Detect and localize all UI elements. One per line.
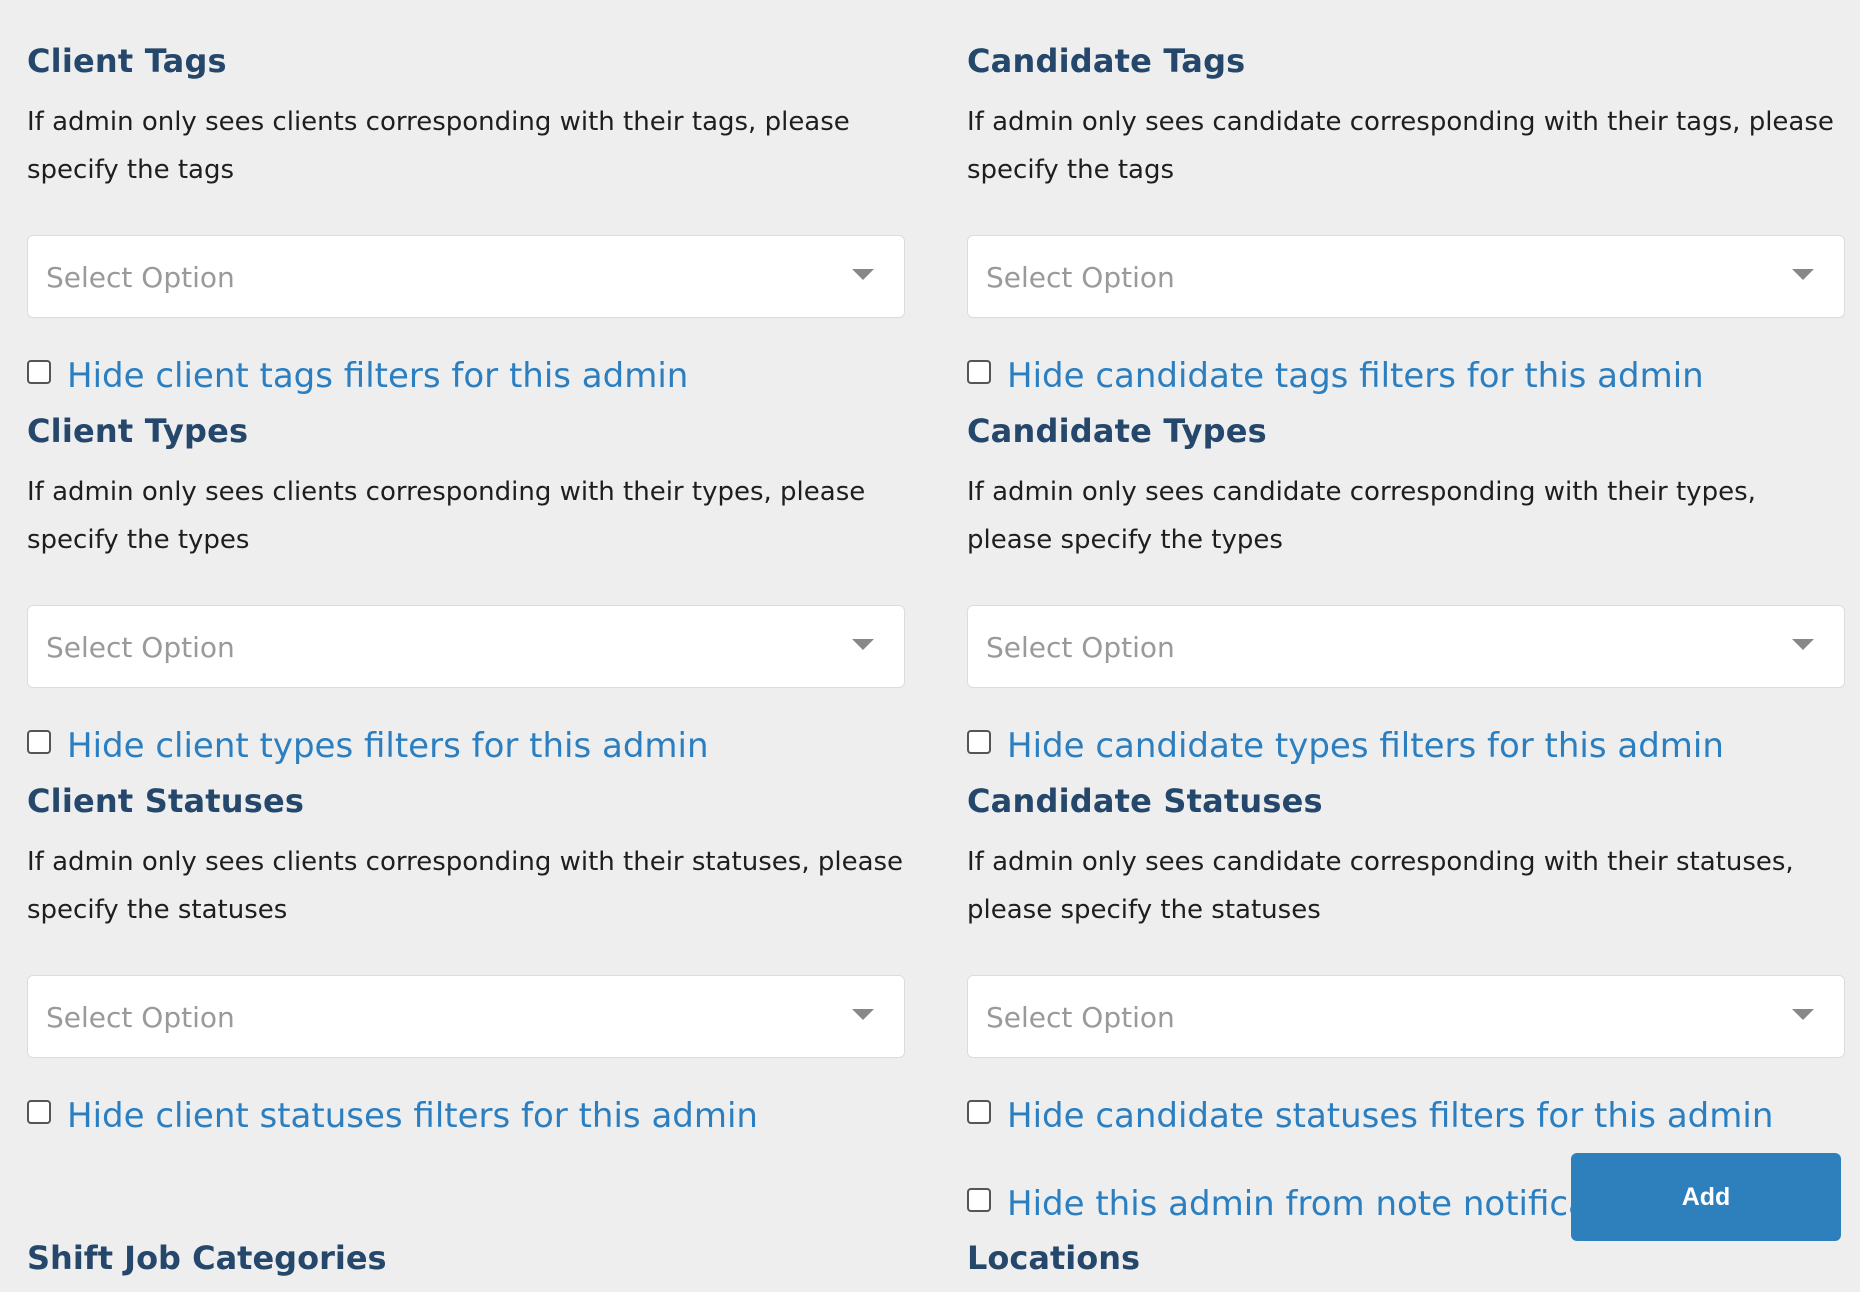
- hide-candidate-tags-checkbox[interactable]: [967, 360, 991, 384]
- candidate-types-select-placeholder: Select Option: [986, 631, 1175, 664]
- candidate-tags-select[interactable]: Select Option: [967, 235, 1845, 318]
- chevron-down-icon: [852, 639, 874, 650]
- candidate-tags-select-placeholder: Select Option: [986, 261, 1175, 294]
- hide-client-statuses-label[interactable]: Hide client statuses filters for this ad…: [67, 1094, 758, 1138]
- hide-client-tags-checkbox[interactable]: [27, 360, 51, 384]
- chevron-down-icon: [852, 269, 874, 280]
- chevron-down-icon: [1792, 639, 1814, 650]
- client-types-select[interactable]: Select Option: [27, 605, 905, 688]
- hide-note-notification-checkbox[interactable]: [967, 1188, 991, 1212]
- candidate-statuses-select[interactable]: Select Option: [967, 975, 1845, 1058]
- hide-candidate-tags-label[interactable]: Hide candidate tags filters for this adm…: [1007, 354, 1704, 398]
- hide-client-statuses-checkbox[interactable]: [27, 1100, 51, 1124]
- add-button[interactable]: Add: [1571, 1153, 1841, 1241]
- chevron-down-icon: [852, 1009, 874, 1020]
- hide-candidate-types-checkbox[interactable]: [967, 730, 991, 754]
- hide-candidate-types-label[interactable]: Hide candidate types filters for this ad…: [1007, 724, 1724, 768]
- shift-job-categories-title: Shift Job Categories: [27, 1239, 387, 1277]
- hide-client-types-label[interactable]: Hide client types filters for this admin: [67, 724, 709, 768]
- hide-candidate-statuses-checkbox[interactable]: [967, 1100, 991, 1124]
- client-tags-title: Client Tags: [27, 42, 227, 80]
- client-statuses-select[interactable]: Select Option: [27, 975, 905, 1058]
- hide-candidate-statuses-label[interactable]: Hide candidate statuses filters for this…: [1007, 1094, 1773, 1138]
- client-types-description: If admin only sees clients corresponding…: [27, 477, 866, 555]
- candidate-types-title: Candidate Types: [967, 412, 1267, 450]
- client-tags-select-placeholder: Select Option: [46, 261, 235, 294]
- candidate-types-description: If admin only sees candidate correspondi…: [967, 477, 1756, 555]
- hide-client-types-checkbox[interactable]: [27, 730, 51, 754]
- client-statuses-description: If admin only sees clients corresponding…: [27, 847, 904, 925]
- candidate-statuses-select-placeholder: Select Option: [986, 1001, 1175, 1034]
- chevron-down-icon: [1792, 269, 1814, 280]
- candidate-tags-description: If admin only sees candidate correspondi…: [967, 107, 1834, 185]
- candidate-statuses-title: Candidate Statuses: [967, 782, 1323, 820]
- client-tags-description: If admin only sees clients corresponding…: [27, 107, 850, 185]
- hide-client-tags-label[interactable]: Hide client tags filters for this admin: [67, 354, 688, 398]
- client-statuses-title: Client Statuses: [27, 782, 305, 820]
- candidate-statuses-description: If admin only sees candidate correspondi…: [967, 847, 1794, 925]
- client-statuses-select-placeholder: Select Option: [46, 1001, 235, 1034]
- candidate-tags-title: Candidate Tags: [967, 42, 1246, 80]
- chevron-down-icon: [1792, 1009, 1814, 1020]
- candidate-types-select[interactable]: Select Option: [967, 605, 1845, 688]
- client-types-select-placeholder: Select Option: [46, 631, 235, 664]
- locations-title: Locations: [967, 1239, 1141, 1277]
- client-types-title: Client Types: [27, 412, 249, 450]
- client-tags-select[interactable]: Select Option: [27, 235, 905, 318]
